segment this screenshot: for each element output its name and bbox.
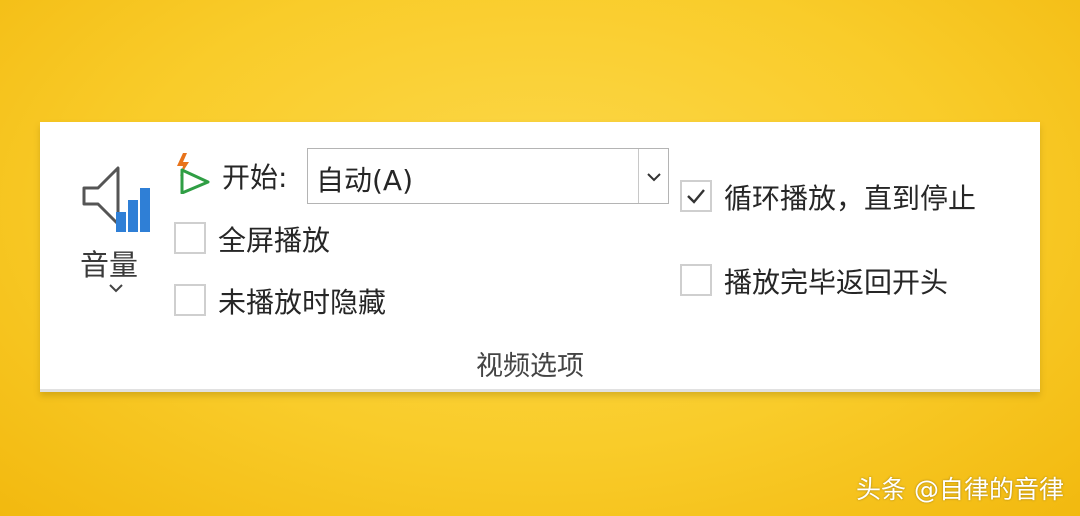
volume-button[interactable]: 音量 bbox=[72, 158, 152, 318]
rewind-after-playing-checkbox[interactable] bbox=[680, 264, 712, 296]
loop-until-stopped-checkbox[interactable] bbox=[680, 180, 712, 212]
speaker-volume-icon bbox=[82, 166, 150, 232]
fullscreen-checkbox-row[interactable]: 全屏播放 bbox=[174, 222, 374, 258]
rewind-after-playing-label: 播放完毕返回开头 bbox=[724, 266, 949, 299]
start-dropdown[interactable]: 自动(A) bbox=[307, 148, 669, 204]
loop-until-stopped-checkbox-row[interactable]: 循环播放，直到停止 bbox=[680, 180, 1020, 216]
start-label: 开始: bbox=[222, 161, 288, 194]
chevron-down-icon bbox=[109, 284, 123, 293]
chevron-down-icon[interactable] bbox=[646, 171, 662, 183]
hide-while-not-playing-label: 未播放时隐藏 bbox=[218, 286, 387, 319]
watermark: 头条 @自律的音律 bbox=[856, 475, 1064, 504]
dropdown-divider bbox=[638, 149, 639, 203]
fullscreen-label: 全屏播放 bbox=[218, 224, 331, 257]
hide-while-not-playing-checkbox[interactable] bbox=[174, 284, 206, 316]
rewind-after-playing-checkbox-row[interactable]: 播放完毕返回开头 bbox=[680, 264, 1000, 300]
fullscreen-checkbox[interactable] bbox=[174, 222, 206, 254]
checkmark-icon bbox=[687, 189, 705, 204]
video-options-ribbon-group: 音量 开始: 自动(A) 全屏播放 未播放时隐藏 循环播放，直到停止 播放完毕返… bbox=[40, 122, 1040, 392]
loop-until-stopped-label: 循环播放，直到停止 bbox=[724, 182, 977, 215]
group-label: 视频选项 bbox=[476, 351, 584, 382]
volume-label: 音量 bbox=[80, 248, 139, 282]
start-trigger-icon bbox=[177, 153, 210, 194]
start-dropdown-value: 自动(A) bbox=[316, 164, 414, 197]
hide-while-not-playing-checkbox-row[interactable]: 未播放时隐藏 bbox=[174, 284, 434, 320]
